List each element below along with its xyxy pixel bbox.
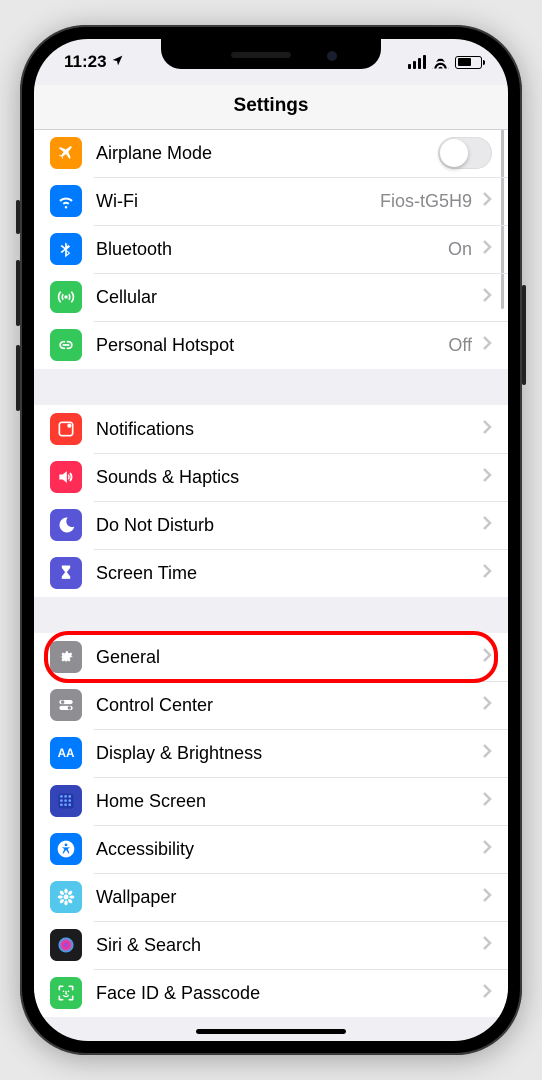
chevron-right-icon — [482, 983, 492, 1004]
row-label: Display & Brightness — [96, 743, 482, 764]
row-label: Do Not Disturb — [96, 515, 482, 536]
gear-icon — [50, 641, 82, 673]
settings-row-wallpaper[interactable]: Wallpaper — [34, 873, 508, 921]
chevron-right-icon — [482, 563, 492, 584]
sliders-icon — [50, 689, 82, 721]
speaker-icon — [50, 461, 82, 493]
row-value: Off — [448, 335, 472, 356]
status-time: 11:23 — [64, 52, 107, 72]
chevron-right-icon — [482, 515, 492, 536]
chevron-right-icon — [482, 935, 492, 956]
cellular-signal-icon — [408, 55, 427, 69]
row-label: Siri & Search — [96, 935, 482, 956]
settings-row-bluetooth[interactable]: BluetoothOn — [34, 225, 508, 273]
chevron-right-icon — [482, 335, 492, 356]
settings-row-controlc[interactable]: Control Center — [34, 681, 508, 729]
settings-row-wifi[interactable]: Wi-FiFios-tG5H9 — [34, 177, 508, 225]
settings-group: General Control Center AA Display & Brightn… — [34, 633, 508, 1017]
chevron-right-icon — [482, 239, 492, 260]
page-title: Settings — [34, 85, 508, 130]
settings-row-dnd[interactable]: Do Not Disturb — [34, 501, 508, 549]
iphone-frame: 11:23 Settings Airplane Mode Wi-FiFios-tG… — [20, 25, 522, 1055]
row-label: Bluetooth — [96, 239, 448, 260]
home-indicator[interactable] — [196, 1029, 346, 1034]
notch — [161, 39, 381, 69]
settings-row-hotspot[interactable]: Personal HotspotOff — [34, 321, 508, 369]
chevron-right-icon — [482, 839, 492, 860]
settings-row-notifications[interactable]: Notifications — [34, 405, 508, 453]
row-label: Notifications — [96, 419, 482, 440]
location-arrow-icon — [111, 52, 124, 72]
chevron-right-icon — [482, 287, 492, 308]
row-label: Personal Hotspot — [96, 335, 448, 356]
row-value: Fios-tG5H9 — [380, 191, 472, 212]
settings-row-homescreen[interactable]: Home Screen — [34, 777, 508, 825]
settings-row-display[interactable]: AA Display & Brightness — [34, 729, 508, 777]
row-label: Sounds & Haptics — [96, 467, 482, 488]
settings-list[interactable]: Airplane ModeWi-FiFios-tG5H9BluetoothOnC… — [34, 129, 508, 1041]
screen: 11:23 Settings Airplane Mode Wi-FiFios-tG… — [34, 39, 508, 1041]
settings-row-general[interactable]: General — [34, 633, 508, 681]
settings-group: Notifications Sounds & Haptics Do Not Dist… — [34, 405, 508, 597]
settings-row-screentime[interactable]: Screen Time — [34, 549, 508, 597]
chevron-right-icon — [482, 743, 492, 764]
chevron-right-icon — [482, 887, 492, 908]
row-value: On — [448, 239, 472, 260]
row-label: Wallpaper — [96, 887, 482, 908]
wifi-status-icon — [432, 56, 449, 69]
settings-group: Airplane ModeWi-FiFios-tG5H9BluetoothOnC… — [34, 129, 508, 369]
settings-row-airplane[interactable]: Airplane Mode — [34, 129, 508, 177]
siri-icon — [50, 929, 82, 961]
row-label: Home Screen — [96, 791, 482, 812]
bell-icon — [50, 413, 82, 445]
moon-icon — [50, 509, 82, 541]
hourglass-icon — [50, 557, 82, 589]
link-icon — [50, 329, 82, 361]
chevron-right-icon — [482, 467, 492, 488]
chevron-right-icon — [482, 647, 492, 668]
flower-icon — [50, 881, 82, 913]
row-label: Face ID & Passcode — [96, 983, 482, 1004]
settings-row-sounds[interactable]: Sounds & Haptics — [34, 453, 508, 501]
settings-row-faceid[interactable]: Face ID & Passcode — [34, 969, 508, 1017]
airplane-icon — [50, 137, 82, 169]
faceid-icon — [50, 977, 82, 1009]
row-label: Wi-Fi — [96, 191, 380, 212]
settings-row-cellular[interactable]: Cellular — [34, 273, 508, 321]
settings-row-siri[interactable]: Siri & Search — [34, 921, 508, 969]
row-label: General — [96, 647, 482, 668]
row-label: Accessibility — [96, 839, 482, 860]
wifi-icon — [50, 185, 82, 217]
row-label: Airplane Mode — [96, 143, 438, 164]
row-label: Control Center — [96, 695, 482, 716]
svg-text:AA: AA — [58, 747, 75, 760]
aa-icon: AA — [50, 737, 82, 769]
grid-icon — [50, 785, 82, 817]
toggle-switch[interactable] — [438, 137, 492, 169]
row-label: Cellular — [96, 287, 482, 308]
bluetooth-icon — [50, 233, 82, 265]
chevron-right-icon — [482, 695, 492, 716]
chevron-right-icon — [482, 191, 492, 212]
antenna-icon — [50, 281, 82, 313]
chevron-right-icon — [482, 791, 492, 812]
row-label: Screen Time — [96, 563, 482, 584]
chevron-right-icon — [482, 419, 492, 440]
settings-row-accessibility[interactable]: Accessibility — [34, 825, 508, 873]
figure-icon — [50, 833, 82, 865]
battery-icon — [455, 56, 482, 69]
